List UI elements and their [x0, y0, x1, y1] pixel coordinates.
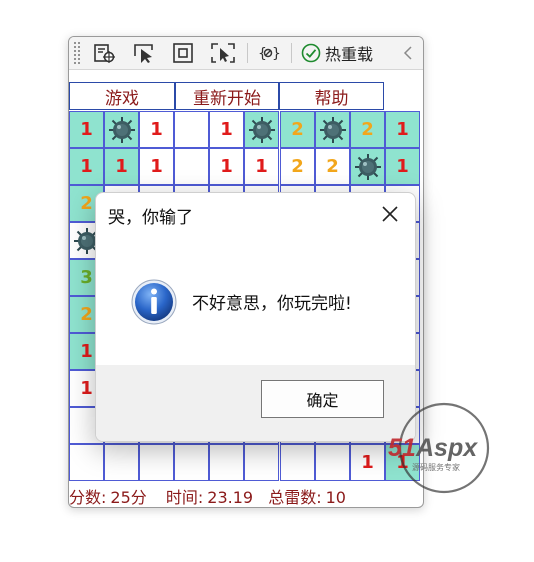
board-cell[interactable] — [244, 444, 279, 481]
svg-text:}: } — [272, 46, 280, 62]
board-cell[interactable] — [280, 444, 315, 481]
cell-number: 1 — [150, 156, 163, 177]
cell-number: 1 — [220, 156, 233, 177]
board-cell[interactable] — [69, 444, 104, 481]
cell-number: 1 — [80, 156, 93, 177]
board-cell[interactable] — [209, 444, 244, 481]
cell-number: 1 — [220, 119, 233, 140]
mine-icon — [247, 115, 277, 145]
board-cell[interactable] — [174, 111, 209, 148]
board-cell[interactable]: 1 — [209, 148, 244, 185]
checkmark-circle-icon — [301, 43, 321, 63]
board-cell[interactable]: 1 — [350, 444, 385, 481]
cell-number: 1 — [396, 156, 409, 177]
board-cell[interactable]: 1 — [385, 111, 420, 148]
cell-number: 1 — [361, 452, 374, 473]
board-cell[interactable]: 1 — [244, 148, 279, 185]
watermark-brand-51: 51 — [388, 434, 416, 462]
time-label: 时间: — [165, 488, 204, 507]
chevron-left-icon[interactable] — [399, 40, 417, 66]
board-cell[interactable] — [174, 444, 209, 481]
mine-cell[interactable] — [244, 111, 279, 148]
cell-number: 2 — [80, 193, 93, 214]
dialog-message: 不好意思，你玩完啦! — [192, 294, 352, 314]
ok-button[interactable]: 确定 — [261, 380, 384, 418]
board-cell[interactable]: 1 — [209, 111, 244, 148]
board-cell[interactable]: 1 — [139, 111, 174, 148]
board-cell[interactable]: 1 — [139, 148, 174, 185]
cell-number: 2 — [326, 156, 339, 177]
toolbar-separator — [291, 43, 292, 63]
board-cell[interactable]: 2 — [315, 148, 350, 185]
mine-cell[interactable] — [104, 111, 139, 148]
mine-cell[interactable] — [350, 148, 385, 185]
cell-number: 1 — [396, 119, 409, 140]
watermark-logo: 51 Aspx 源码服务专家 — [386, 402, 516, 522]
restart-button[interactable]: 重新开始 — [175, 82, 279, 110]
score-value: 25分 — [110, 488, 147, 507]
cell-number: 1 — [115, 156, 128, 177]
hot-reload-label: 热重载 — [325, 45, 374, 64]
select-element-icon[interactable] — [89, 40, 119, 66]
cell-number: 1 — [80, 341, 93, 362]
binding-failures-icon[interactable]: { } — [253, 40, 283, 66]
watermark-tagline: 源码服务专家 — [412, 462, 460, 472]
game-over-dialog: 哭，你输了 不好意思，你玩完啦! 确定 — [95, 192, 416, 442]
status-bar: 分数: 25分 时间: 23.19 总雷数: 10 — [69, 484, 423, 507]
mine-icon — [353, 152, 383, 182]
board-cell[interactable]: 1 — [104, 148, 139, 185]
hot-reload-button[interactable]: 热重载 — [301, 40, 373, 66]
debug-toolbar: { } 热重载 — [69, 37, 423, 70]
svg-text:{: { — [258, 46, 267, 62]
watermark-brand-aspx: Aspx — [415, 434, 478, 462]
board-cell[interactable]: 1 — [385, 148, 420, 185]
dialog-title: 哭，你输了 — [108, 208, 193, 228]
board-cell[interactable]: 1 — [69, 148, 104, 185]
cell-number: 1 — [80, 378, 93, 399]
mine-count-value: 10 — [325, 488, 346, 507]
cell-number: 2 — [80, 304, 93, 325]
mine-icon — [318, 115, 348, 145]
board-cell[interactable]: 1 — [69, 111, 104, 148]
board-cell[interactable]: 2 — [350, 111, 385, 148]
cell-number: 2 — [361, 119, 374, 140]
cell-number: 1 — [150, 119, 163, 140]
layout-adorner-icon[interactable] — [168, 40, 198, 66]
board-cell[interactable] — [104, 444, 139, 481]
toolbar-separator — [247, 43, 248, 63]
mine-count-label: 总雷数: — [268, 488, 322, 507]
board-cell[interactable] — [139, 444, 174, 481]
board-cell[interactable] — [315, 444, 350, 481]
pointer-select-icon[interactable] — [129, 40, 159, 66]
cell-number: 2 — [291, 156, 304, 177]
toolbar-grip[interactable] — [73, 41, 81, 65]
close-icon[interactable] — [372, 197, 408, 231]
time-value: 23.19 — [207, 488, 254, 507]
mine-icon — [107, 115, 137, 145]
dialog-footer: 确定 — [96, 365, 415, 441]
board-cell[interactable]: 2 — [280, 111, 315, 148]
help-menu-button[interactable]: 帮助 — [279, 82, 384, 110]
mine-cell[interactable] — [315, 111, 350, 148]
cell-number: 1 — [80, 119, 93, 140]
cell-number: 1 — [255, 156, 268, 177]
board-cell[interactable]: 2 — [280, 148, 315, 185]
board-cell[interactable] — [174, 148, 209, 185]
information-icon — [130, 278, 178, 330]
score-label: 分数: — [69, 488, 107, 507]
cell-number: 3 — [80, 267, 93, 288]
cell-number: 2 — [291, 119, 304, 140]
track-focus-icon[interactable] — [208, 40, 238, 66]
game-menu-button[interactable]: 游戏 — [69, 82, 175, 110]
